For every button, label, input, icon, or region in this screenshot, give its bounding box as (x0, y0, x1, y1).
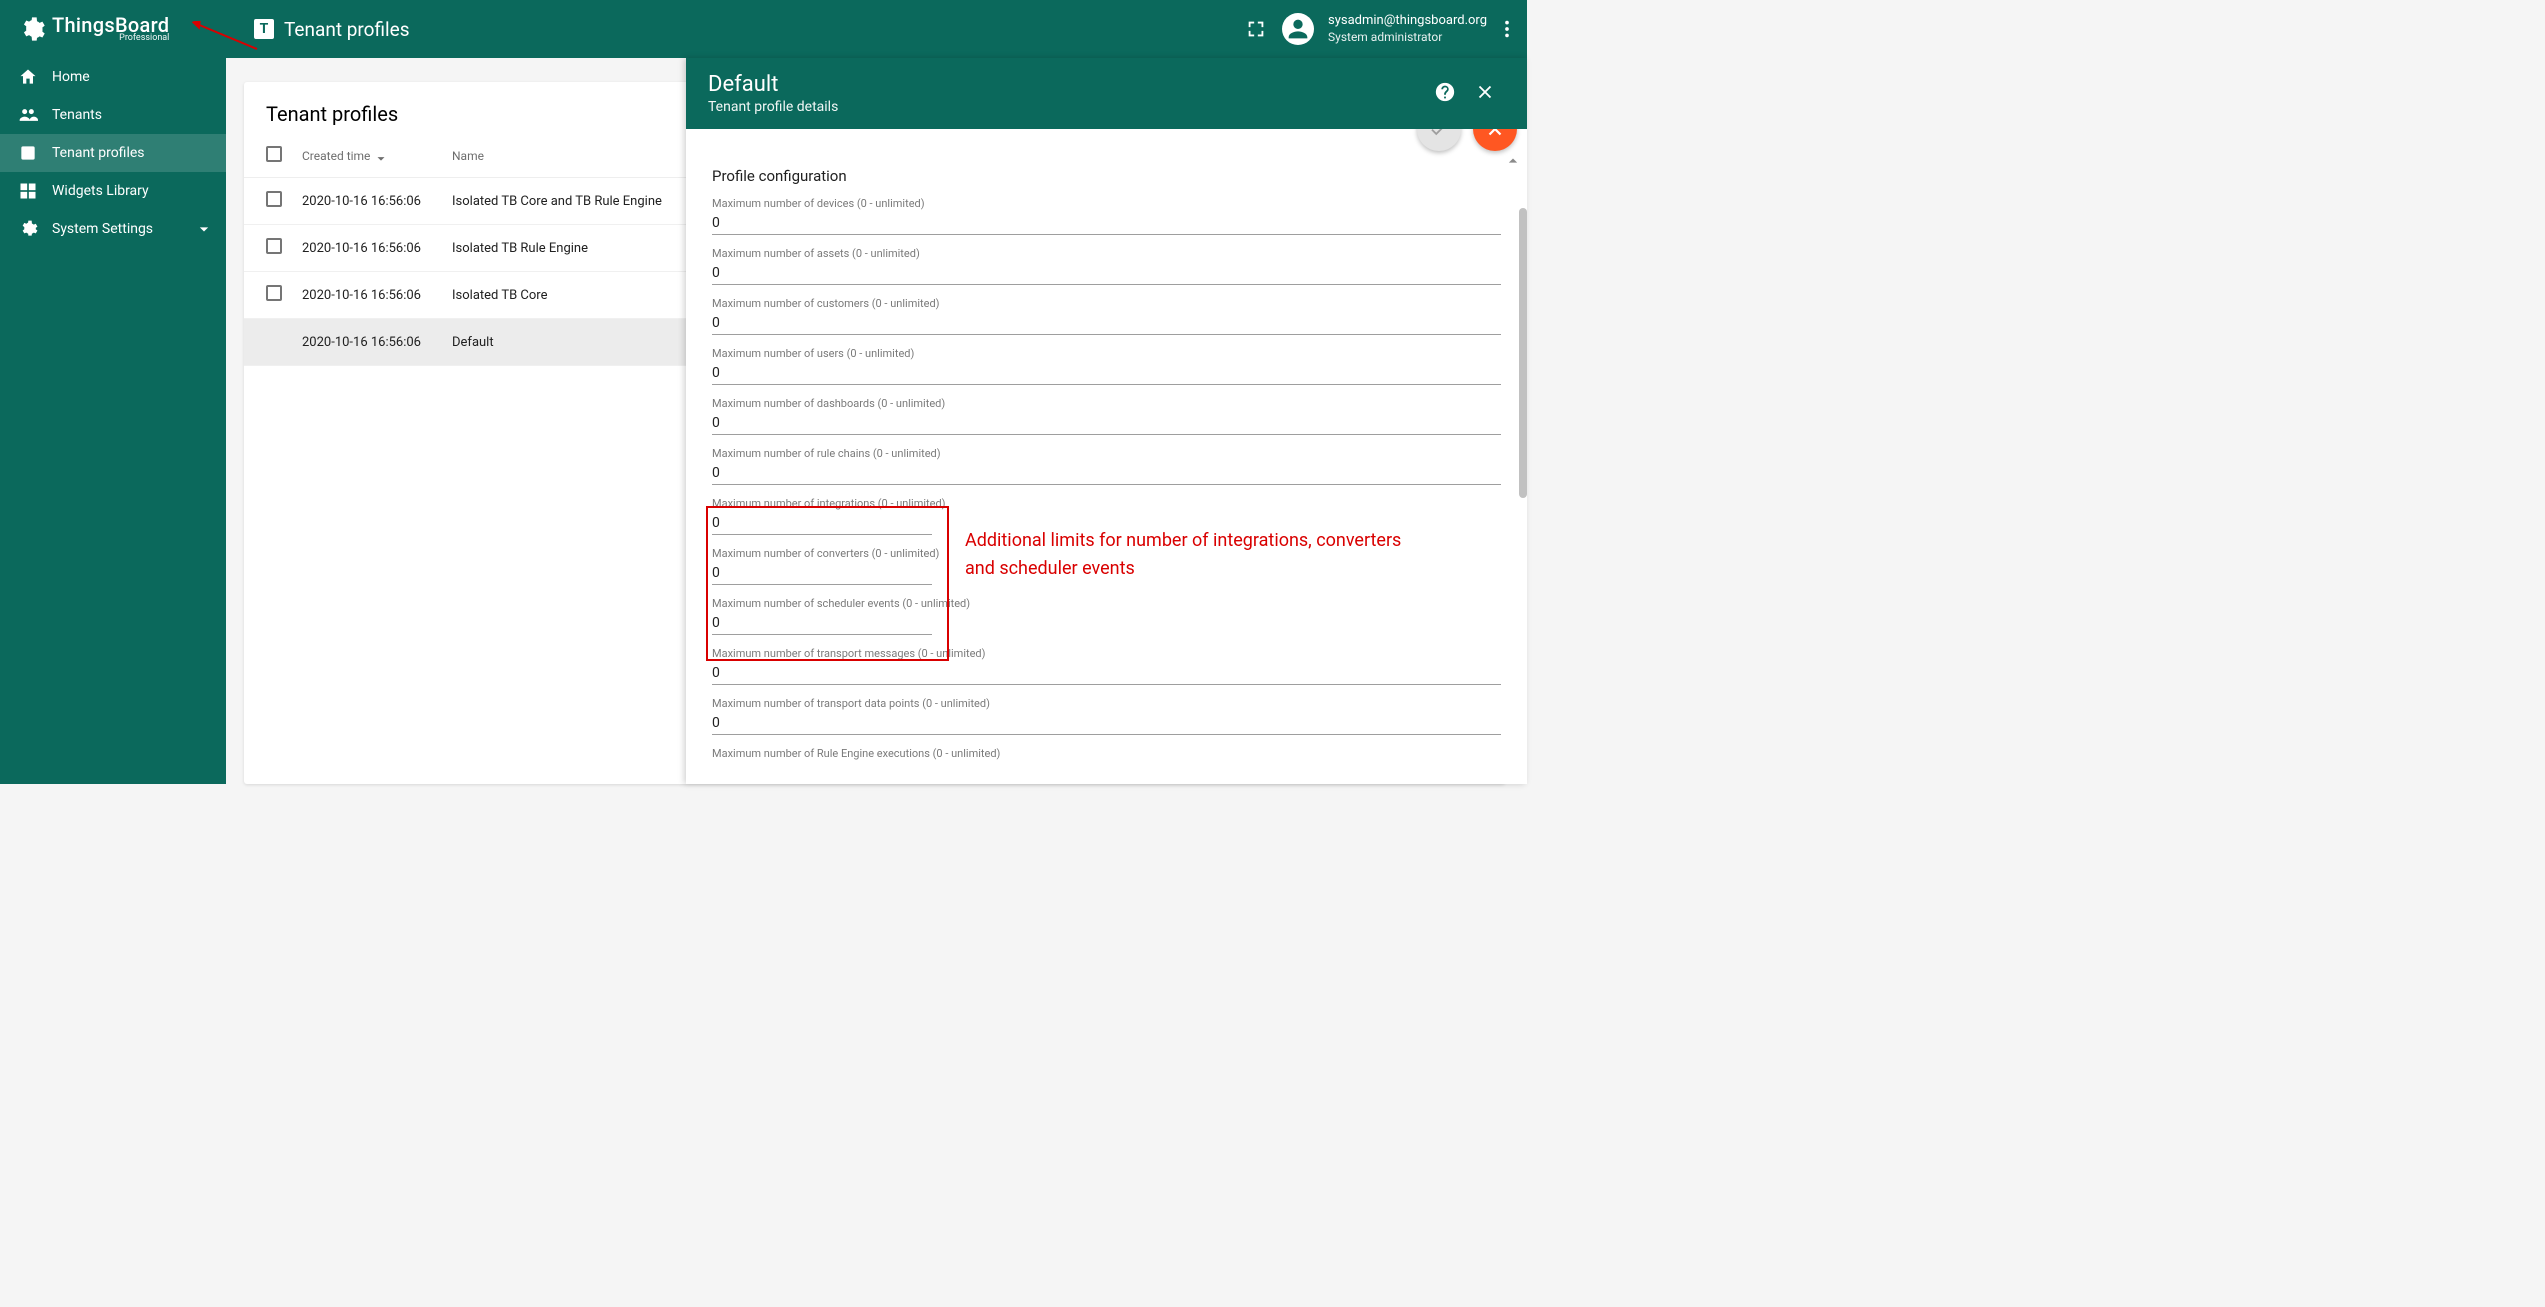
config-field: Maximum number of integrations (0 - unli… (712, 497, 1501, 535)
field-input[interactable] (712, 363, 1501, 385)
cell-created: 2020-10-16 16:56:06 (302, 194, 452, 209)
col-header-created[interactable]: Created time (302, 149, 452, 163)
sidebar-item-label: System Settings (52, 221, 153, 237)
field-label: Maximum number of devices (0 - unlimited… (712, 197, 1501, 210)
sidebar-item-label: Tenant profiles (52, 145, 145, 161)
fullscreen-icon (1245, 18, 1267, 40)
field-input[interactable] (712, 463, 1501, 485)
field-input[interactable] (712, 713, 1501, 735)
field-input[interactable] (712, 413, 1501, 435)
field-label: Maximum number of transport data points … (712, 697, 1501, 710)
field-label: Maximum number of integrations (0 - unli… (712, 497, 1501, 510)
kebab-menu-button[interactable] (1487, 9, 1527, 49)
cell-created: 2020-10-16 16:56:06 (302, 288, 452, 303)
brand-edition: Professional (52, 33, 169, 43)
drawer-title: Default (708, 72, 1425, 97)
page-title-icon: T (254, 19, 274, 39)
sidebar: Home Tenants Tenant profiles Widgets Lib… (0, 58, 226, 784)
row-checkbox[interactable] (266, 285, 282, 301)
field-input[interactable] (712, 313, 1501, 335)
help-button[interactable] (1425, 72, 1465, 112)
config-field: Maximum number of rule chains (0 - unlim… (712, 447, 1501, 485)
page-title: Tenant profiles (284, 18, 410, 41)
sidebar-item-tenant-profiles[interactable]: Tenant profiles (0, 134, 226, 172)
config-field: Maximum number of scheduler events (0 - … (712, 597, 1501, 635)
field-input[interactable] (712, 263, 1501, 285)
badge-icon (18, 143, 38, 163)
fullscreen-button[interactable] (1236, 9, 1276, 49)
drawer-header: Default Tenant profile details (686, 58, 1527, 129)
sidebar-item-label: Widgets Library (52, 183, 149, 199)
close-icon (1474, 81, 1496, 103)
config-field: Maximum number of devices (0 - unlimited… (712, 197, 1501, 235)
details-drawer: Default Tenant profile details Profile c… (686, 58, 1527, 784)
field-label: Maximum number of users (0 - unlimited) (712, 347, 1501, 360)
close-icon (1484, 129, 1506, 140)
chevron-up-icon[interactable] (1503, 151, 1523, 171)
people-icon (18, 105, 38, 125)
close-drawer-button[interactable] (1465, 72, 1505, 112)
section-title: Profile configuration (712, 167, 1501, 185)
chevron-down-icon (194, 219, 214, 239)
field-label: Maximum number of converters (0 - unlimi… (712, 547, 1501, 560)
user-avatar[interactable] (1276, 9, 1320, 49)
help-icon (1434, 81, 1456, 103)
select-all-checkbox[interactable] (266, 146, 282, 162)
config-field: Maximum number of transport messages (0 … (712, 647, 1501, 685)
config-field: Maximum number of assets (0 - unlimited) (712, 247, 1501, 285)
drawer-subtitle: Tenant profile details (708, 99, 1425, 115)
field-input[interactable] (712, 213, 1501, 235)
cell-created: 2020-10-16 16:56:06 (302, 335, 452, 350)
sidebar-item-home[interactable]: Home (0, 58, 226, 96)
config-field: Maximum number of users (0 - unlimited) (712, 347, 1501, 385)
sidebar-item-tenants[interactable]: Tenants (0, 96, 226, 134)
kebab-icon (1496, 18, 1518, 40)
sidebar-item-label: Home (52, 69, 90, 85)
user-role: System administrator (1328, 30, 1487, 45)
user-email: sysadmin@thingsboard.org (1328, 13, 1487, 29)
gear-leaf-icon (18, 15, 46, 43)
sort-desc-icon (374, 149, 388, 163)
field-label: Maximum number of dashboards (0 - unlimi… (712, 397, 1501, 410)
brand-logo[interactable]: ThingsBoard Professional (0, 0, 226, 58)
person-icon (1284, 15, 1312, 43)
page-title-wrap: T Tenant profiles (254, 18, 410, 41)
cancel-fab[interactable] (1473, 129, 1517, 151)
field-label: Maximum number of Rule Engine executions… (712, 747, 1501, 760)
row-checkbox[interactable] (266, 191, 282, 207)
home-icon (18, 67, 38, 87)
brand-name: ThingsBoard (52, 15, 169, 35)
field-input[interactable] (712, 613, 932, 635)
field-label: Maximum number of customers (0 - unlimit… (712, 297, 1501, 310)
field-label: Maximum number of scheduler events (0 - … (712, 597, 1501, 610)
config-field: Maximum number of customers (0 - unlimit… (712, 297, 1501, 335)
field-input[interactable] (712, 563, 932, 585)
sidebar-item-label: Tenants (52, 107, 102, 123)
config-field: Maximum number of dashboards (0 - unlimi… (712, 397, 1501, 435)
sidebar-item-widgets[interactable]: Widgets Library (0, 172, 226, 210)
drawer-body: Profile configuration Maximum number of … (686, 129, 1527, 784)
sidebar-item-system-settings[interactable]: System Settings (0, 210, 226, 248)
config-field: Maximum number of Rule Engine executions… (712, 747, 1501, 784)
field-input[interactable] (712, 663, 1501, 685)
grid-icon (18, 181, 38, 201)
row-checkbox[interactable] (266, 238, 282, 254)
check-icon (1428, 129, 1450, 140)
field-input[interactable] (712, 763, 1501, 784)
apply-fab (1417, 129, 1461, 151)
user-meta: sysadmin@thingsboard.org System administ… (1320, 13, 1487, 44)
config-field: Maximum number of transport data points … (712, 697, 1501, 735)
cell-created: 2020-10-16 16:56:06 (302, 241, 452, 256)
scrollbar-thumb[interactable] (1519, 208, 1527, 498)
topbar: ThingsBoard Professional T Tenant profil… (0, 0, 1527, 58)
field-label: Maximum number of transport messages (0 … (712, 647, 1501, 660)
config-field: Maximum number of converters (0 - unlimi… (712, 547, 1501, 585)
field-label: Maximum number of rule chains (0 - unlim… (712, 447, 1501, 460)
field-label: Maximum number of assets (0 - unlimited) (712, 247, 1501, 260)
gear-icon (18, 219, 38, 239)
field-input[interactable] (712, 513, 932, 535)
